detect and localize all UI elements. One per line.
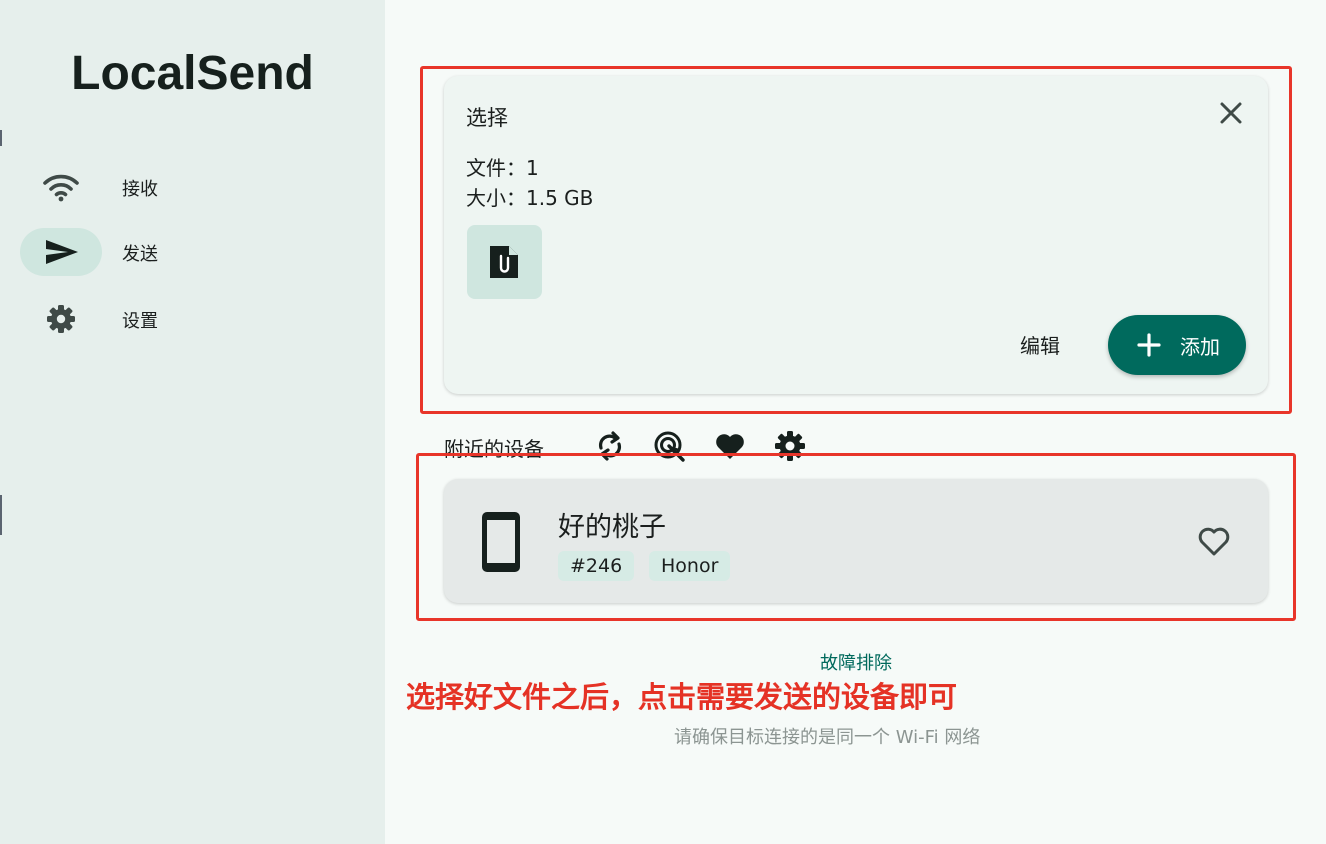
sidebar-item-label: 发送	[122, 244, 158, 265]
sidebar-item-label: 设置	[122, 311, 158, 332]
files-count: 文件：1	[466, 156, 539, 180]
nearby-devices-label: 附近的设备	[444, 437, 544, 461]
window-edge-mark	[0, 495, 2, 535]
troubleshoot-link[interactable]: 故障排除	[800, 649, 912, 675]
app-title: LocalSend	[71, 47, 314, 100]
network-hint: 请确保目标连接的是同一个 Wi-Fi 网络	[674, 727, 981, 748]
device-tag-chip: #246	[558, 551, 635, 581]
file-thumbnail[interactable]	[467, 225, 542, 299]
heart-outline-icon[interactable]	[1196, 524, 1232, 558]
plus-icon	[1137, 333, 1161, 357]
add-button[interactable]: 添加	[1108, 315, 1246, 375]
device-card[interactable]: 好的桃子 #246 Honor	[444, 479, 1268, 603]
device-brand-chip: Honor	[649, 551, 731, 581]
scan-target-icon[interactable]	[653, 429, 687, 463]
attachment-file-icon	[490, 246, 518, 278]
sidebar: LocalSend 接收 发送 设置	[0, 0, 385, 844]
tablet-icon	[482, 512, 520, 572]
window-edge-mark	[0, 130, 2, 146]
sidebar-item-send[interactable]: 发送	[20, 228, 350, 276]
close-icon[interactable]	[1216, 98, 1246, 128]
send-icon	[46, 240, 78, 264]
gear-icon	[47, 305, 75, 333]
files-size: 大小：1.5 GB	[466, 186, 594, 210]
settings-gear-icon[interactable]	[773, 429, 807, 463]
edit-button[interactable]: 编辑	[1010, 330, 1070, 362]
wifi-icon	[43, 174, 79, 202]
selection-title: 选择	[466, 106, 508, 130]
sidebar-item-receive[interactable]: 接收	[20, 163, 350, 211]
annotation-text: 选择好文件之后，点击需要发送的设备即可	[406, 680, 958, 714]
sidebar-item-label: 接收	[122, 179, 158, 200]
selection-card: 选择 文件：1 大小：1.5 GB 编辑 添加	[444, 76, 1268, 394]
device-name: 好的桃子	[558, 512, 666, 543]
refresh-icon[interactable]	[593, 429, 627, 463]
add-button-label: 添加	[1180, 335, 1220, 359]
sidebar-item-settings[interactable]: 设置	[20, 295, 350, 343]
favorites-heart-icon[interactable]	[713, 429, 747, 463]
